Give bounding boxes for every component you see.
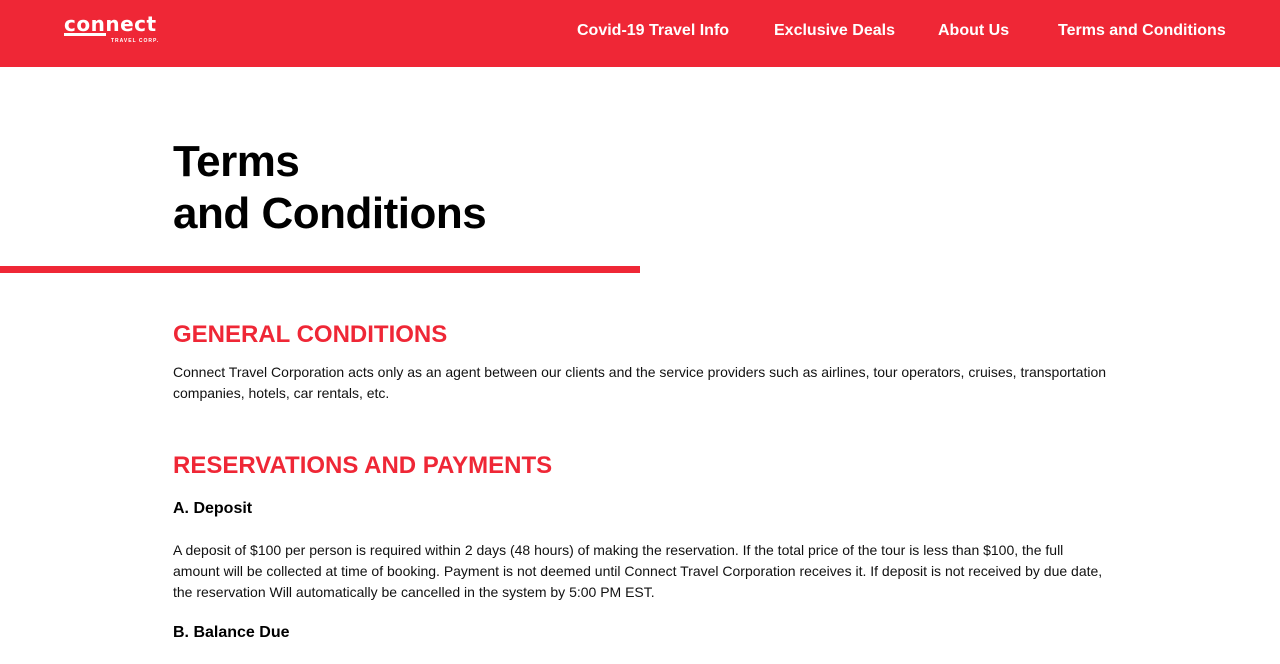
logo-underline	[64, 33, 106, 36]
nav-about-us[interactable]: About Us	[938, 0, 1009, 67]
title-divider	[0, 266, 640, 273]
reservations-payments-heading: RESERVATIONS AND PAYMENTS	[173, 452, 553, 479]
page-title: Terms and Conditions	[173, 136, 487, 240]
nav-exclusive-deals[interactable]: Exclusive Deals	[774, 0, 895, 67]
general-conditions-heading: GENERAL CONDITIONS	[173, 321, 448, 348]
logo-tagline: TRAVEL CORP.	[111, 38, 160, 44]
page-title-line2: and Conditions	[173, 189, 487, 238]
deposit-text: A deposit of $100 per person is required…	[173, 542, 1103, 600]
nav-covid-travel-info[interactable]: Covid-19 Travel Info	[577, 0, 729, 67]
balance-due-heading: B. Balance Due	[173, 624, 290, 641]
page-title-line1: Terms	[173, 137, 300, 186]
site-header: connect TRAVEL CORP. Covid-19 Travel Inf…	[0, 0, 1280, 67]
connect-logo[interactable]: connect TRAVEL CORP.	[64, 14, 170, 46]
general-conditions-text: Connect Travel Corporation acts only as …	[173, 364, 1107, 401]
nav-terms-and-conditions[interactable]: Terms and Conditions	[1058, 0, 1226, 67]
deposit-heading: A. Deposit	[173, 500, 253, 517]
logo-wordmark: connect	[64, 12, 157, 36]
